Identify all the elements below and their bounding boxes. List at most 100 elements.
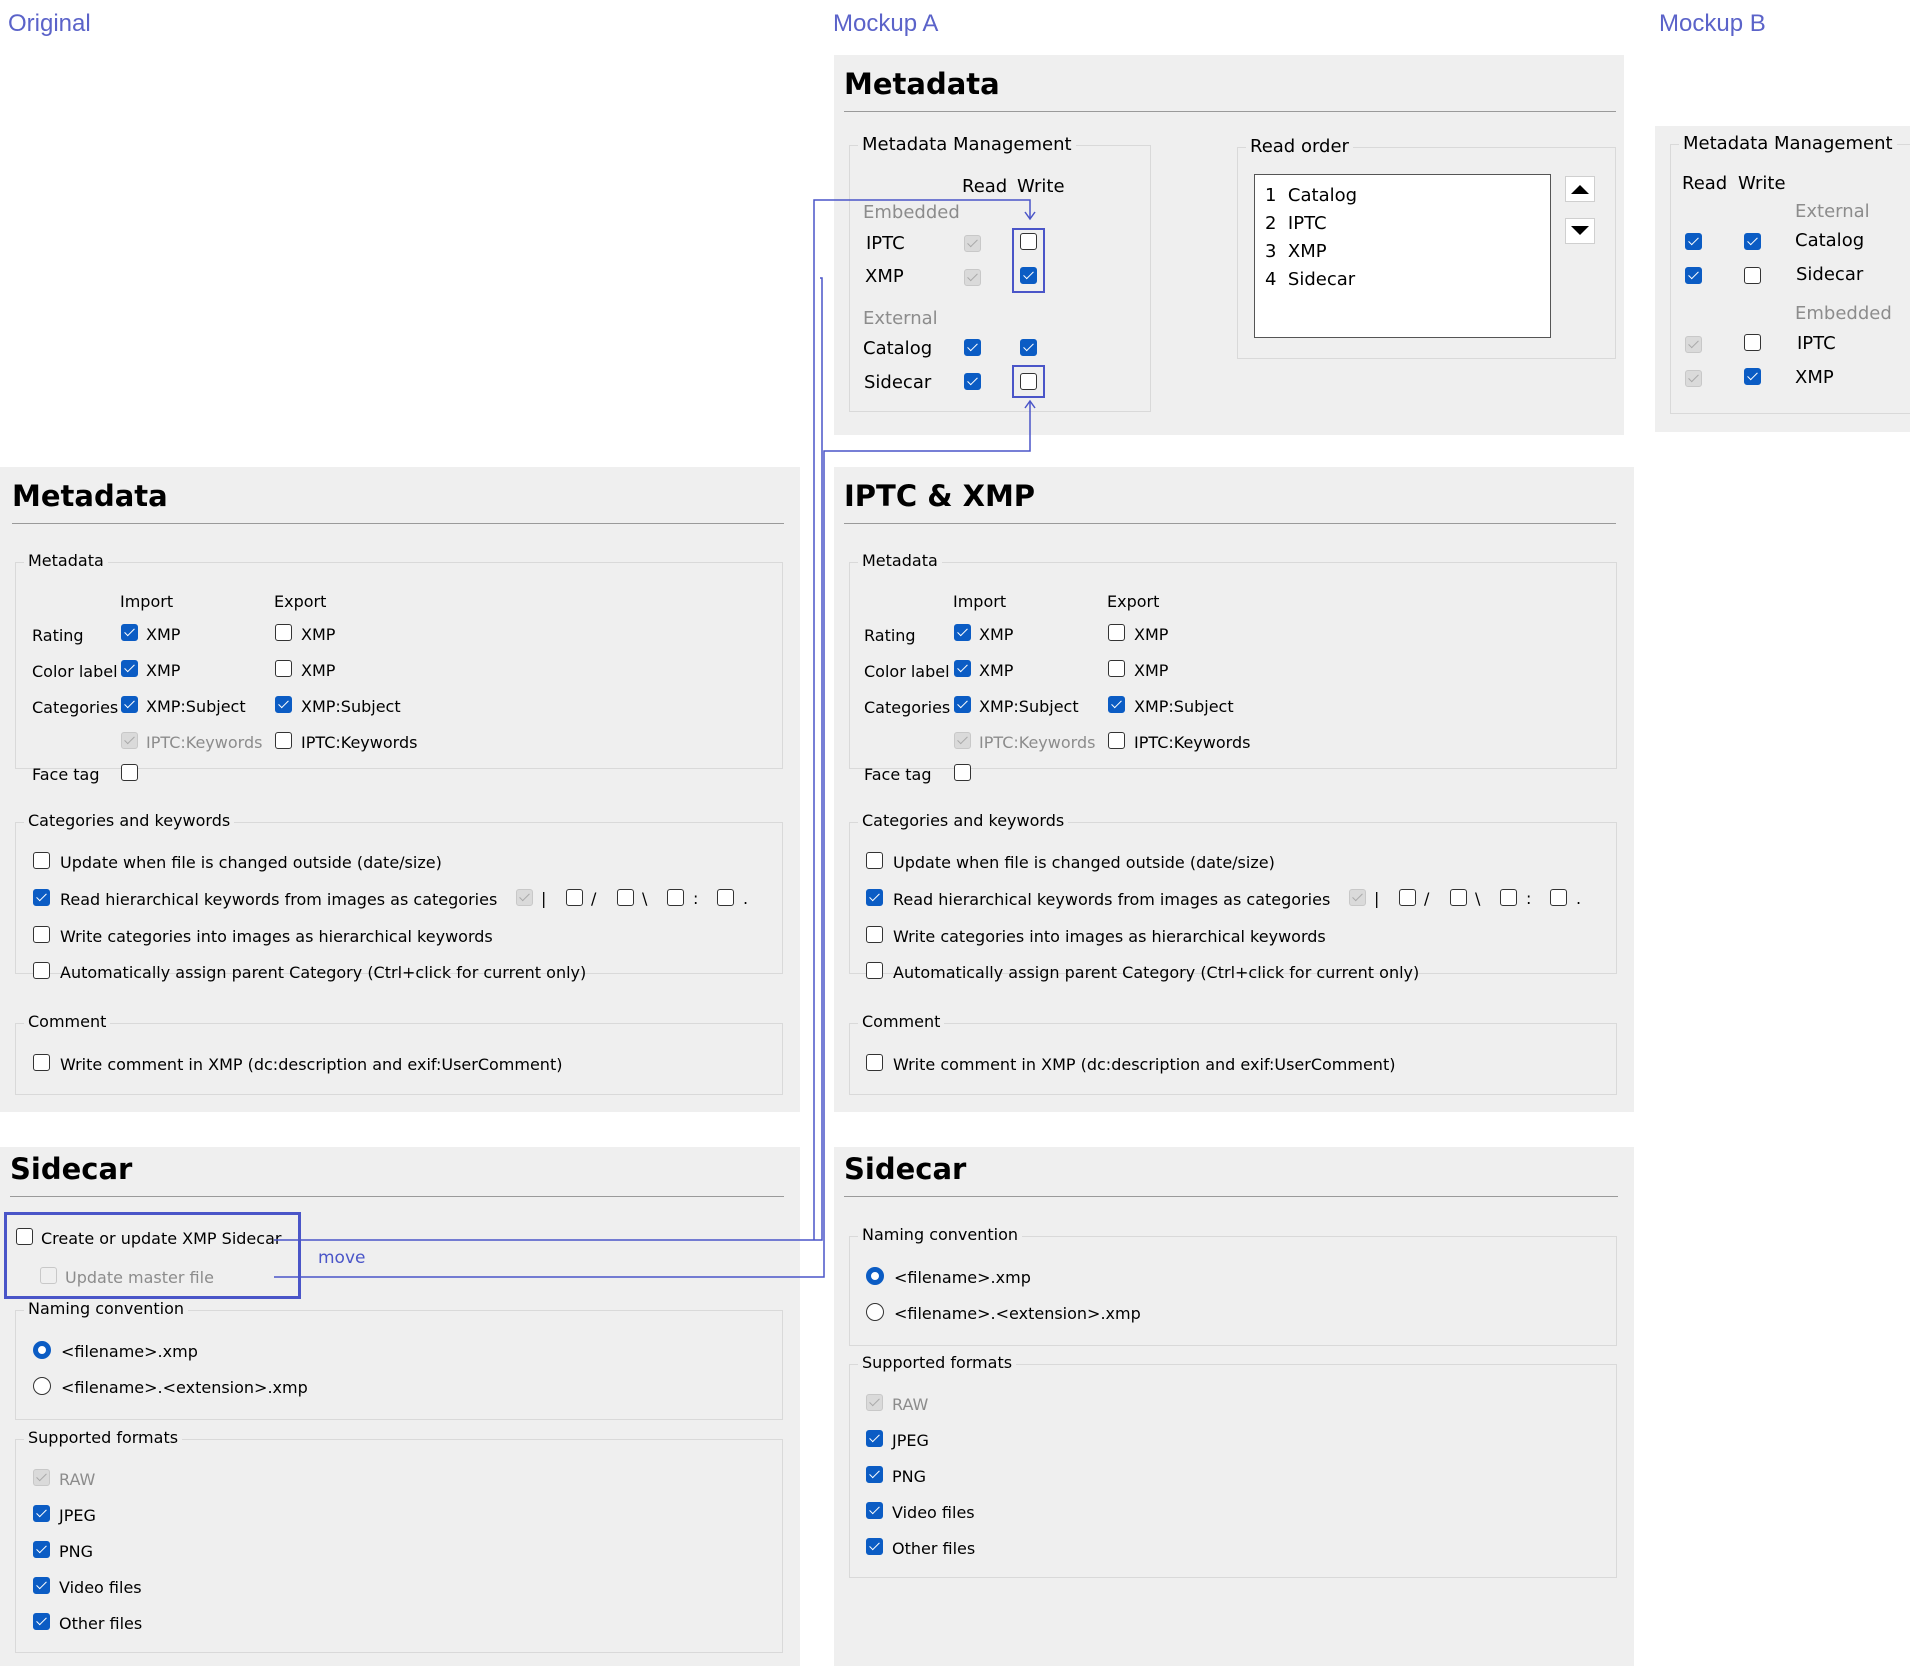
catalog-write-checkbox[interactable] [1744, 233, 1761, 250]
read-hierarchical-checkbox[interactable] [866, 889, 883, 906]
separator-pipe-checkbox[interactable] [516, 889, 533, 906]
rating-import-xmp-checkbox[interactable] [121, 624, 138, 641]
move-up-button[interactable] [1565, 176, 1595, 202]
rating-import-xmp-checkbox[interactable] [954, 624, 971, 641]
move-down-button[interactable] [1565, 218, 1595, 244]
group-label: Metadata Management [858, 134, 1076, 155]
mockup-a-iptc-xmp-panel: IPTC & XMP Metadata Import Export Rating… [834, 467, 1634, 1112]
row-label-xmp: XMP [1795, 367, 1834, 388]
naming-extension-xmp-radio[interactable] [866, 1303, 884, 1321]
format-raw-checkbox[interactable] [33, 1469, 50, 1486]
rating-export-xmp-checkbox[interactable] [1108, 624, 1125, 641]
color-import-xmp-checkbox[interactable] [954, 660, 971, 677]
option-label: Other files [59, 1614, 143, 1633]
categories-export-subject-checkbox[interactable] [1108, 696, 1125, 713]
mockup-b-panel: Metadata Management Read Write External … [1655, 126, 1910, 432]
iptc-read-checkbox[interactable] [1685, 336, 1702, 353]
separator-pipe-checkbox[interactable] [1349, 889, 1366, 906]
format-other-checkbox[interactable] [866, 1538, 883, 1555]
write-categories-checkbox[interactable] [33, 926, 50, 943]
option-label: Write categories into images as hierarch… [60, 927, 493, 946]
list-item[interactable]: 4 Sidecar [1265, 269, 1355, 290]
separator-backslash-checkbox[interactable] [1450, 889, 1467, 906]
format-other-checkbox[interactable] [33, 1613, 50, 1630]
group-label: Categories and keywords [858, 811, 1069, 830]
sidecar-read-checkbox[interactable] [1685, 267, 1702, 284]
move-highlight-box [4, 1212, 301, 1299]
separator-colon-checkbox[interactable] [667, 889, 684, 906]
format-raw-checkbox[interactable] [866, 1394, 883, 1411]
separator-label: \ [642, 889, 648, 908]
face-tag-label: Face tag [32, 765, 100, 784]
format-video-checkbox[interactable] [33, 1577, 50, 1594]
categories-import-subject-checkbox[interactable] [954, 696, 971, 713]
external-label: External [863, 308, 938, 329]
categories-import-subject-checkbox[interactable] [121, 696, 138, 713]
embedded-label: Embedded [863, 202, 960, 223]
external-label: External [1795, 201, 1870, 222]
color-import-xmp-checkbox[interactable] [121, 660, 138, 677]
color-export-xmp-checkbox[interactable] [275, 660, 292, 677]
xmp-write-checkbox[interactable] [1744, 368, 1761, 385]
iptc-write-checkbox[interactable] [1744, 334, 1761, 351]
row-label-sidecar: Sidecar [864, 372, 932, 393]
divider [12, 523, 784, 524]
triangle-up-icon [1571, 185, 1589, 194]
iptc-read-checkbox[interactable] [964, 235, 981, 252]
format-video-checkbox[interactable] [866, 1502, 883, 1519]
format-png-checkbox[interactable] [866, 1466, 883, 1483]
separator-slash-checkbox[interactable] [566, 889, 583, 906]
read-order-list[interactable]: 1 Catalog 2 IPTC 3 XMP 4 Sidecar [1254, 174, 1551, 338]
format-png-checkbox[interactable] [33, 1541, 50, 1558]
xmp-read-checkbox[interactable] [964, 269, 981, 286]
sidecar-write-checkbox[interactable] [1744, 267, 1761, 284]
separator-dot-checkbox[interactable] [717, 889, 734, 906]
categories-export-iptc-checkbox[interactable] [275, 732, 292, 749]
auto-assign-checkbox[interactable] [866, 962, 883, 979]
naming-xmp-radio[interactable] [866, 1267, 884, 1285]
option-label: <filename>.<extension>.xmp [61, 1378, 308, 1397]
naming-xmp-radio[interactable] [33, 1341, 51, 1359]
format-jpeg-checkbox[interactable] [33, 1505, 50, 1522]
rating-export-xmp-checkbox[interactable] [275, 624, 292, 641]
write-comment-checkbox[interactable] [866, 1054, 883, 1071]
supported-formats-group: Supported formats RAW JPEG PNG Video fil… [849, 1353, 1617, 1578]
option-label: XMP [146, 661, 181, 680]
option-label: XMP [979, 661, 1014, 680]
categories-export-iptc-checkbox[interactable] [1108, 732, 1125, 749]
update-outside-checkbox[interactable] [33, 852, 50, 869]
categories-import-iptc-checkbox[interactable] [954, 732, 971, 749]
option-label: XMP [301, 661, 336, 680]
read-hierarchical-checkbox[interactable] [33, 889, 50, 906]
naming-extension-xmp-radio[interactable] [33, 1377, 51, 1395]
catalog-read-checkbox[interactable] [1685, 233, 1702, 250]
separator-colon-checkbox[interactable] [1500, 889, 1517, 906]
sidecar-read-checkbox[interactable] [964, 373, 981, 390]
option-label: Update when file is changed outside (dat… [60, 853, 442, 872]
xmp-read-checkbox[interactable] [1685, 370, 1702, 387]
write-comment-checkbox[interactable] [33, 1054, 50, 1071]
face-tag-checkbox[interactable] [954, 764, 971, 781]
write-categories-checkbox[interactable] [866, 926, 883, 943]
list-item[interactable]: 3 XMP [1265, 241, 1327, 262]
list-item[interactable]: 2 IPTC [1265, 213, 1327, 234]
categories-export-subject-checkbox[interactable] [275, 696, 292, 713]
categories-import-iptc-checkbox[interactable] [121, 732, 138, 749]
catalog-write-checkbox[interactable] [1020, 339, 1037, 356]
move-annotation: move [318, 1248, 366, 1268]
format-jpeg-checkbox[interactable] [866, 1430, 883, 1447]
option-label: JPEG [892, 1431, 929, 1450]
auto-assign-checkbox[interactable] [33, 962, 50, 979]
color-export-xmp-checkbox[interactable] [1108, 660, 1125, 677]
option-label: Video files [59, 1578, 142, 1597]
face-tag-checkbox[interactable] [121, 764, 138, 781]
list-item[interactable]: 1 Catalog [1265, 185, 1357, 206]
separator-backslash-checkbox[interactable] [617, 889, 634, 906]
separator-slash-checkbox[interactable] [1399, 889, 1416, 906]
separator-dot-checkbox[interactable] [1550, 889, 1567, 906]
option-label: XMP:Subject [301, 697, 401, 716]
update-outside-checkbox[interactable] [866, 852, 883, 869]
read-order-group: Read order 1 Catalog 2 IPTC 3 XMP 4 Side… [1237, 136, 1616, 359]
catalog-read-checkbox[interactable] [964, 339, 981, 356]
categories-keywords-group: Categories and keywords Update when file… [849, 811, 1617, 982]
